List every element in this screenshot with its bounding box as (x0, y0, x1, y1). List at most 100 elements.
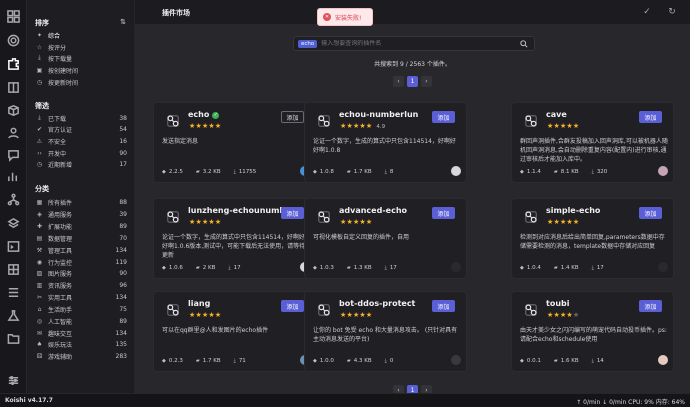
author-avatar[interactable] (658, 262, 668, 272)
sliders-icon[interactable] (4, 371, 23, 390)
add-plugin-button[interactable]: 添加 (281, 207, 304, 219)
sort-item-created[interactable]: ▣ 按创建时间 (27, 65, 135, 75)
plugin-logo-icon (523, 113, 538, 128)
plugin-card[interactable]: cave ★★★★★ 添加 群回声洞插件,合群友投稿加入回声洞库,可以被机器人随机回声… (511, 102, 674, 183)
settings-icon[interactable] (4, 31, 23, 50)
add-plugin-button[interactable]: 添加 (432, 111, 455, 123)
plugin-card[interactable]: liang ★★★★★ 添加 可以在qq群里@人和发图片的echo插件 ◆ 0.2.3 ▰ 1… (153, 291, 316, 372)
search-tag[interactable]: echo (298, 39, 318, 48)
add-plugin-button[interactable]: 添加 (639, 111, 662, 123)
search-input[interactable] (321, 40, 512, 47)
plugin-card[interactable]: advanced-echo ★★★★★ 添加 可视化模板自定义回复的插件，自用 ◆ 1.0… (304, 198, 467, 279)
plugin-name[interactable]: bot-ddos-protect (339, 299, 415, 308)
prev-page-button[interactable]: ‹ (393, 385, 404, 393)
plugin-name[interactable]: toubi (546, 299, 569, 308)
search-bar[interactable]: echo (293, 36, 535, 51)
size-info: ▰ 1.7 KB (195, 357, 221, 364)
category-item[interactable]: ♠ 娱乐玩法 135 (27, 339, 135, 349)
next-page-button[interactable]: › (421, 385, 432, 393)
package-icon[interactable] (4, 101, 23, 120)
plugin-market-icon[interactable] (4, 54, 23, 73)
plugin-name[interactable]: simple-echo (546, 206, 600, 215)
book-icon[interactable] (4, 78, 23, 97)
clock-icon: ◷ (36, 78, 43, 86)
network-icon[interactable] (4, 190, 23, 209)
plugin-meta: ◆ 1.0.0 ▰ 4.3 KB ⤓ 0 (313, 355, 461, 365)
plugin-card[interactable]: bot-ddos-protect ★★★★★ 添加 让你的 bot 免受 echo 和… (304, 291, 467, 372)
filter-item-unsafe[interactable]: ⚠ 不安全 16 (27, 136, 135, 146)
folder-icon[interactable] (4, 329, 23, 348)
author-avatar[interactable] (658, 166, 668, 176)
add-plugin-button[interactable]: 添加 (432, 207, 455, 219)
category-item[interactable]: ◉ 行为监控 119 (27, 257, 135, 267)
category-item[interactable]: ▨ 图片服务 90 (27, 268, 135, 278)
plugin-name[interactable]: cave (546, 110, 567, 119)
author-avatar[interactable] (658, 355, 668, 365)
tag-icon: ◆ (520, 264, 524, 271)
next-page-button[interactable]: › (421, 76, 432, 87)
dashboard-icon[interactable] (4, 7, 23, 26)
add-plugin-button[interactable]: 添加 (432, 300, 455, 312)
plugin-name[interactable]: echou-numberlun (339, 110, 418, 119)
category-item[interactable]: ⌂ 生活助手 75 (27, 304, 135, 314)
category-item[interactable]: ◎ 人工智能 89 (27, 316, 135, 326)
plugin-card[interactable]: echou-numberlun ★★★★★ 4.9 添加 论证一个数字，生成的算式中只包… (304, 102, 467, 183)
author-avatar[interactable] (451, 355, 461, 365)
category-item[interactable]: ◈ 通用服务 39 (27, 209, 135, 219)
prev-page-button[interactable]: ‹ (393, 76, 404, 87)
plugin-name[interactable]: lunzheng-echounumber (188, 206, 295, 215)
result-count: 共搜索到 9 / 2563 个插件。 (374, 61, 451, 68)
chat-icon[interactable] (4, 146, 23, 165)
category-item[interactable]: ⚄ 游戏辅助 283 (27, 351, 135, 361)
plugin-card[interactable]: echo ✓ ★★★★★ 添加 发送指定消息 ◆ 2.2.5 ▰ 3.2 KB ⤓ 11755 (153, 102, 316, 183)
sort-item-comprehensive[interactable]: ✦ 综合 (27, 30, 135, 40)
filter-item-recent[interactable]: ◷ 近期新增 17 (27, 159, 135, 169)
plugin-name[interactable]: echo ✓ (188, 110, 220, 119)
category-item[interactable]: ▦ 所有插件 88 (27, 197, 135, 207)
category-item[interactable]: ⚒ 管理工具 134 (27, 245, 135, 255)
plugin-name[interactable]: liang (188, 299, 210, 308)
user-icon[interactable] (4, 123, 23, 142)
terminal-icon[interactable] (4, 237, 23, 256)
sort-item-downloads[interactable]: ⤓ 按下载量 (27, 53, 135, 63)
sort-order-icon[interactable]: ⇅ (120, 18, 126, 26)
flask-icon[interactable] (4, 306, 23, 325)
add-plugin-button[interactable]: 添加 (281, 300, 304, 312)
error-toast: ✕ 安装失败! (317, 8, 373, 26)
sort-item-updated[interactable]: ◷ 按更新时间 (27, 77, 135, 87)
plugin-card[interactable]: simple-echo ★★★★★ 添加 检测到对应消息后给出简单回复,paramet… (511, 198, 674, 279)
page-button-current[interactable]: 1 (407, 76, 418, 87)
size-info: ▰ 1.6 KB (553, 357, 579, 364)
plugin-card[interactable]: toubi ★★★★★ 添加 由天才美少女之闪闪编写的萌宠代码自动投币插件。ps:请配… (511, 291, 674, 372)
category-item[interactable]: ▤ 数据管理 70 (27, 233, 135, 243)
chart-icon[interactable] (4, 167, 23, 186)
plugin-card[interactable]: lunzheng-echounumber ★★★★★ 添加 论证一个数字，生成的算式中… (153, 198, 316, 279)
grid-icon[interactable] (4, 260, 23, 279)
category-item[interactable]: ✚ 扩展功能 89 (27, 221, 135, 231)
author-avatar[interactable] (451, 262, 461, 272)
category-item[interactable]: ✉ 趣味交互 134 (27, 328, 135, 338)
category-item[interactable]: ✂ 实用工具 134 (27, 292, 135, 302)
download-info: ⤓ 71 (233, 357, 246, 364)
author-avatar[interactable] (451, 166, 461, 176)
add-plugin-button[interactable]: 添加 (281, 111, 304, 123)
version-info: ◆ 0.0.1 (520, 357, 541, 364)
filter-item-official[interactable]: ✔ 官方认证 54 (27, 124, 135, 134)
filter-item-developing[interactable]: ‹› 开发中 90 (27, 148, 135, 158)
filter-item-downloaded[interactable]: ⤓ 已下载 38 (27, 113, 135, 123)
download-icon: ⤓ (38, 54, 41, 61)
page-button-current[interactable]: 1 (407, 385, 418, 393)
plugin-logo-icon (165, 209, 180, 224)
version-info: ◆ 1.0.3 (313, 264, 334, 271)
sort-item-rating[interactable]: ☆ 按评分 (27, 42, 135, 52)
add-plugin-button[interactable]: 添加 (639, 300, 662, 312)
download-info: ⤓ 11755 (233, 168, 257, 175)
add-plugin-button[interactable]: 添加 (639, 207, 662, 219)
list-icon[interactable] (4, 283, 23, 302)
plugin-name[interactable]: advanced-echo (339, 206, 407, 215)
check-icon[interactable]: ✓ (641, 6, 653, 18)
search-icon[interactable] (520, 40, 528, 48)
category-item[interactable]: ▥ 资讯服务 96 (27, 280, 135, 290)
refresh-icon[interactable]: ↻ (666, 6, 678, 18)
layers-icon[interactable] (4, 214, 23, 233)
